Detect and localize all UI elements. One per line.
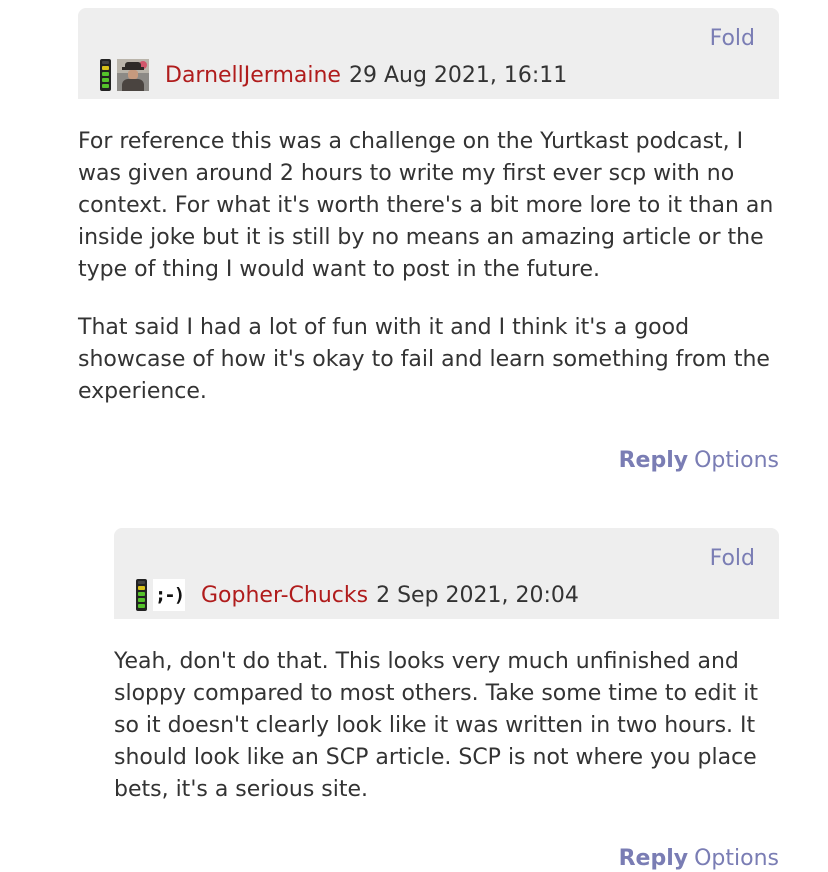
comment-body: Yeah, don't do that. This looks very muc… xyxy=(114,646,779,806)
comment-header: Fold DarnellJermaine 29 Aug 2021, 16:11 xyxy=(78,8,779,99)
user-photo-icon[interactable] xyxy=(117,59,149,91)
winking-face-avatar[interactable]: ;-) xyxy=(153,579,185,611)
karma-level-icon xyxy=(100,59,111,91)
comment-paragraph: Yeah, don't do that. This looks very muc… xyxy=(114,649,758,802)
reply-link[interactable]: Reply xyxy=(619,846,689,871)
comment-date: 2 Sep 2021, 20:04 xyxy=(376,582,579,608)
comment-reply: Fold ;-) Gopher-Chucks 2 Sep 2021, 20:04… xyxy=(114,528,779,871)
author-line: DarnellJermaine 29 Aug 2021, 16:11 xyxy=(100,58,567,92)
comment: Fold DarnellJermaine 29 Aug 2021, 16:11 … xyxy=(78,8,779,473)
karma-level-icon xyxy=(136,579,147,611)
author-link[interactable]: DarnellJermaine xyxy=(165,63,341,88)
comment-paragraph: That said I had a lot of fun with it and… xyxy=(78,315,770,404)
options-link[interactable]: Options xyxy=(694,448,779,473)
author-link[interactable]: Gopher-Chucks xyxy=(201,583,368,608)
comment-body: For reference this was a challenge on th… xyxy=(78,126,779,408)
comment-paragraph: For reference this was a challenge on th… xyxy=(78,129,774,282)
comment-actions: Reply Options xyxy=(114,846,779,871)
comment-actions: Reply Options xyxy=(78,448,779,473)
comment-header: Fold ;-) Gopher-Chucks 2 Sep 2021, 20:04 xyxy=(114,528,779,619)
fold-button[interactable]: Fold xyxy=(710,546,755,571)
author-line: ;-) Gopher-Chucks 2 Sep 2021, 20:04 xyxy=(136,578,579,612)
comment-date: 29 Aug 2021, 16:11 xyxy=(348,62,568,88)
reply-link[interactable]: Reply xyxy=(619,448,689,473)
fold-button[interactable]: Fold xyxy=(710,26,755,51)
options-link[interactable]: Options xyxy=(694,846,779,871)
